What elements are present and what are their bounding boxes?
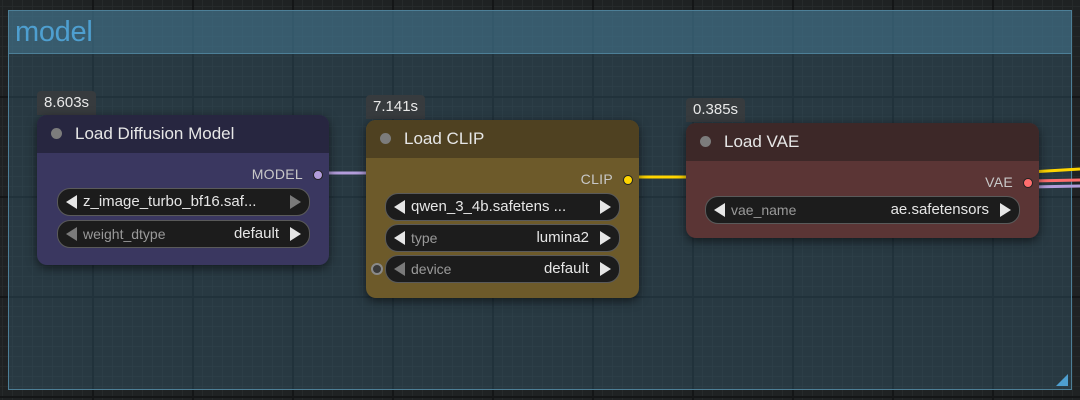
vae-link-out	[1031, 178, 1080, 183]
arrow-right-icon[interactable]	[600, 200, 611, 214]
combo-value: default	[543, 260, 589, 277]
vae-name-combo[interactable]: vae_name ae.safetensors	[705, 196, 1020, 224]
combo-label: vae_name	[731, 202, 797, 218]
arrow-left-icon[interactable]	[394, 200, 405, 214]
arrow-right-icon[interactable]	[600, 231, 611, 245]
arrow-right-icon[interactable]	[1000, 203, 1011, 217]
collapse-dot-icon[interactable]	[51, 128, 62, 139]
combo-label: device	[411, 261, 452, 277]
output-label: CLIP	[580, 171, 613, 187]
output-label: VAE	[985, 174, 1013, 190]
clip-timing: 7.141s	[366, 95, 426, 119]
output-row: VAE	[686, 173, 1039, 193]
node-header[interactable]: Load VAE	[686, 123, 1039, 161]
device-input-socket-icon[interactable]	[371, 263, 383, 275]
node-title: Load VAE	[724, 132, 800, 151]
output-socket-icon[interactable]	[623, 175, 633, 185]
node-title: Load CLIP	[404, 129, 485, 148]
unet-name-combo[interactable]: z_image_turbo_bf16.saf...	[57, 188, 310, 216]
collapse-dot-icon[interactable]	[700, 136, 711, 147]
arrow-left-icon[interactable]	[714, 203, 725, 217]
output-label: MODEL	[251, 166, 303, 182]
combo-value: lumina2	[536, 229, 589, 246]
node-load-vae[interactable]: Load VAE VAE vae_name ae.safetensors	[686, 123, 1039, 238]
arrow-right-icon[interactable]	[290, 195, 301, 209]
output-row: MODEL	[37, 165, 329, 185]
type-combo[interactable]: type lumina2	[385, 224, 620, 252]
arrow-right-icon[interactable]	[290, 227, 301, 241]
arrow-left-icon[interactable]	[66, 195, 77, 209]
node-header[interactable]: Load CLIP	[366, 120, 639, 158]
vae-timing: 0.385s	[686, 98, 746, 122]
combo-value: default	[233, 225, 279, 242]
arrow-left-icon[interactable]	[66, 227, 77, 241]
node-header[interactable]: Load Diffusion Model	[37, 115, 329, 153]
output-row: CLIP	[366, 170, 639, 190]
combo-label: weight_dtype	[83, 226, 166, 242]
arrow-left-icon[interactable]	[394, 262, 405, 276]
combo-value: ae.safetensors	[890, 201, 989, 218]
output-socket-icon[interactable]	[313, 170, 323, 180]
combo-label: type	[411, 230, 438, 246]
output-socket-icon[interactable]	[1023, 178, 1033, 188]
combo-value: qwen_3_4b.safetens ...	[411, 198, 567, 215]
collapse-dot-icon[interactable]	[380, 133, 391, 144]
clip-name-combo[interactable]: qwen_3_4b.safetens ...	[385, 193, 620, 221]
arrow-right-icon[interactable]	[600, 262, 611, 276]
node-title: Load Diffusion Model	[75, 124, 235, 143]
combo-value: z_image_turbo_bf16.saf...	[83, 193, 257, 210]
arrow-left-icon[interactable]	[394, 231, 405, 245]
device-combo[interactable]: device default	[385, 255, 620, 283]
node-load-diffusion-model[interactable]: Load Diffusion Model MODEL z_image_turbo…	[37, 115, 329, 265]
diffusion-timing: 8.603s	[37, 91, 97, 115]
weight-dtype-combo[interactable]: weight_dtype default	[57, 220, 310, 248]
node-load-clip[interactable]: Load CLIP CLIP qwen_3_4b.safetens ... ty…	[366, 120, 639, 298]
